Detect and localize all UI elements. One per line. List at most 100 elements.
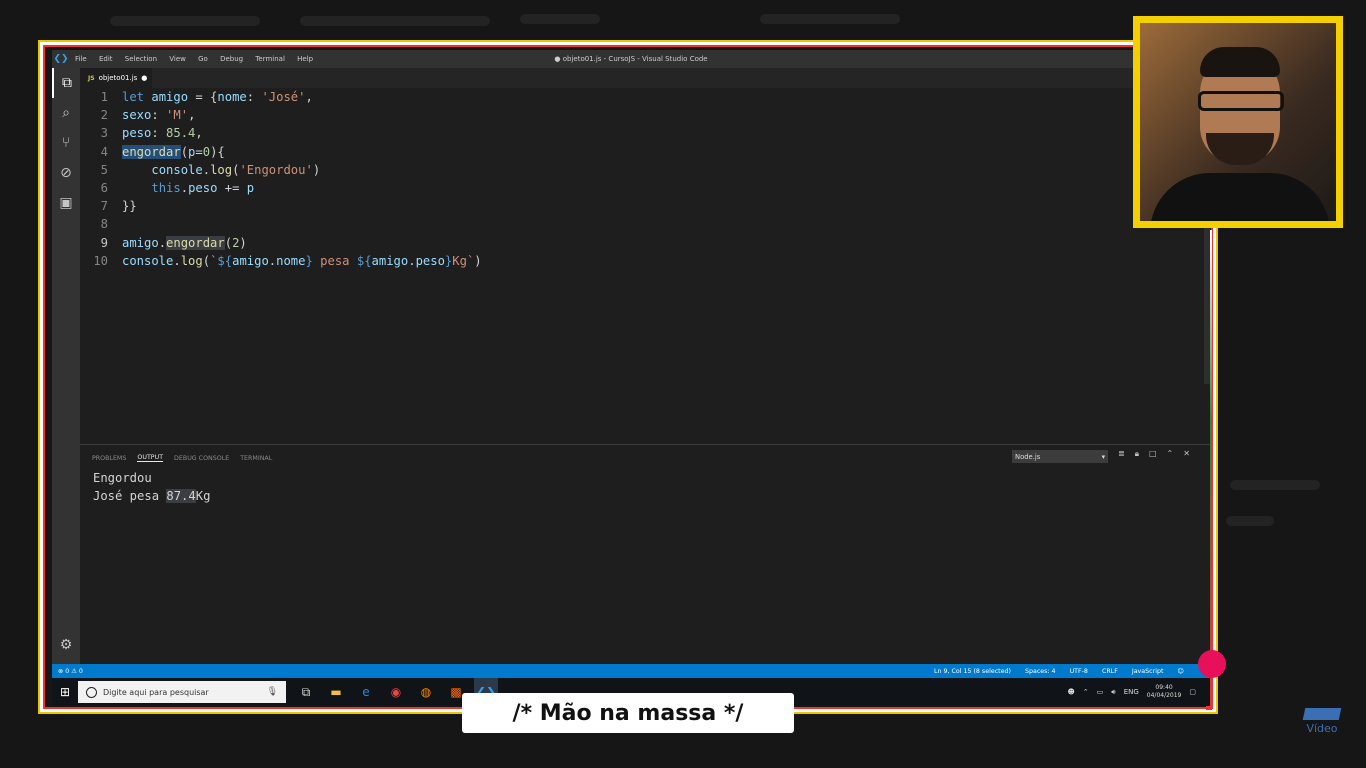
- network-icon[interactable]: ▭: [1097, 688, 1104, 696]
- debug-icon[interactable]: ⊘: [52, 158, 80, 188]
- token: nome: [217, 90, 247, 104]
- code-line: 8: [80, 215, 1204, 233]
- notifications-icon[interactable]: ▢: [1189, 688, 1196, 696]
- close-icon[interactable]: ✕: [1183, 449, 1190, 459]
- presenter-glasses: [1198, 91, 1284, 111]
- extensions-icon[interactable]: ▣: [52, 188, 80, 218]
- search-icon[interactable]: ⌕: [52, 98, 80, 128]
- menu-selection[interactable]: Selection: [125, 55, 157, 63]
- clear-output-icon[interactable]: ≣: [1118, 449, 1125, 459]
- windows-start-icon[interactable]: ⊞: [52, 678, 78, 706]
- presenter-beard: [1206, 133, 1274, 165]
- token: log: [210, 162, 233, 177]
- token: this: [151, 180, 181, 195]
- token: ){: [210, 144, 225, 159]
- token: ${: [356, 253, 372, 268]
- menu-view[interactable]: View: [169, 55, 186, 63]
- panel-tabs: PROBLEMS OUTPUT DEBUG CONSOLE TERMINAL: [92, 451, 272, 465]
- video-logo: Vídeo: [1302, 708, 1342, 735]
- output-line: Engordou: [93, 471, 152, 485]
- source-control-icon[interactable]: ⑂: [52, 128, 80, 158]
- chrome-icon[interactable]: ◉: [384, 678, 408, 706]
- tab-label: objeto01.js: [98, 74, 138, 82]
- maximize-icon[interactable]: □: [1149, 449, 1157, 459]
- menu-edit[interactable]: Edit: [99, 55, 113, 63]
- problems-count[interactable]: ⊗ 0 ⚠ 0: [52, 668, 83, 675]
- smiley-icon[interactable]: ☺: [1177, 668, 1184, 675]
- token: peso: [122, 126, 152, 141]
- menu-help[interactable]: Help: [297, 55, 313, 63]
- input-language[interactable]: ENG: [1124, 688, 1139, 696]
- task-view-icon[interactable]: ⧉: [294, 678, 318, 706]
- tab-terminal[interactable]: TERMINAL: [240, 455, 272, 462]
- token: .: [158, 235, 167, 250]
- microphone-icon[interactable]: 🎙︎: [267, 687, 278, 697]
- clock[interactable]: 09:40 04/04/2019: [1147, 684, 1182, 700]
- menu-go[interactable]: Go: [198, 55, 208, 63]
- editor-tabs: JS objeto01.js ●: [80, 68, 1210, 88]
- token: ,: [188, 108, 196, 123]
- token: 'M': [166, 108, 189, 123]
- token: .: [202, 162, 211, 177]
- cortana-icon: [86, 686, 97, 698]
- line-number: 2: [100, 108, 108, 123]
- token: +=: [217, 180, 247, 195]
- output-text: Engordou José pesa 87.4Kg: [93, 469, 210, 505]
- code-editor[interactable]: 1 let amigo = {nome: 'José', 2 sexo: 'M', …: [80, 88, 1204, 444]
- token: .: [180, 180, 189, 195]
- people-icon[interactable]: ☻: [1067, 688, 1074, 696]
- file-explorer-icon[interactable]: ▬: [324, 678, 348, 706]
- output-channel-select[interactable]: Node.js ▾: [1012, 450, 1108, 463]
- taskbar-search[interactable]: Digite aqui para pesquisar 🎙︎: [78, 681, 286, 703]
- record-indicator: [1198, 650, 1226, 678]
- token: Kg`: [452, 253, 475, 268]
- line-ending[interactable]: CRLF: [1102, 668, 1118, 675]
- line-number: 5: [100, 162, 108, 177]
- code-line: 4 engordar(p=0){: [80, 143, 1204, 161]
- tab-objeto01[interactable]: JS objeto01.js ●: [80, 68, 152, 88]
- code-line: 6 this.peso += p: [80, 179, 1204, 197]
- tab-debug-console[interactable]: DEBUG CONSOLE: [174, 455, 229, 462]
- language-mode[interactable]: JavaScript: [1132, 668, 1164, 675]
- menu-terminal[interactable]: Terminal: [255, 55, 285, 63]
- files-icon[interactable]: ⧉: [52, 68, 80, 98]
- title-bar: ❮❯ File Edit Selection View Go Debug Ter…: [52, 50, 1210, 68]
- gear-icon[interactable]: ⚙: [52, 630, 80, 660]
- token: log: [180, 253, 203, 268]
- bg-stripe: [300, 16, 490, 26]
- indentation[interactable]: Spaces: 4: [1025, 668, 1056, 675]
- token: ): [239, 235, 247, 250]
- token: amigo.nome: [232, 253, 306, 268]
- tab-output[interactable]: OUTPUT: [137, 454, 164, 462]
- code-line: 9 amigo.engordar(2): [80, 234, 1204, 252]
- menu-debug[interactable]: Debug: [220, 55, 243, 63]
- system-tray: ☻ ⌃ ▭ 🔊︎ ENG 09:40 04/04/2019 ▢: [1067, 684, 1196, 700]
- tab-problems[interactable]: PROBLEMS: [92, 455, 126, 462]
- token: 0: [202, 144, 211, 159]
- bg-stripe: [760, 14, 900, 24]
- encoding[interactable]: UTF-8: [1070, 668, 1088, 675]
- clock-date: 04/04/2019: [1146, 692, 1182, 699]
- chevron-up-icon[interactable]: ⌃: [1083, 688, 1089, 696]
- output-text-part: Kg: [195, 489, 211, 504]
- cursor-position[interactable]: Ln 9, Col 15 (8 selected): [934, 668, 1011, 675]
- bg-stripe: [1230, 480, 1320, 490]
- token: ): [312, 162, 321, 177]
- token: let: [122, 90, 145, 104]
- clock-time: 09:40: [1155, 684, 1173, 691]
- menu-file[interactable]: File: [75, 55, 87, 63]
- bg-stripe: [1226, 516, 1274, 526]
- line-number: 9: [100, 235, 108, 250]
- token: :: [246, 90, 262, 104]
- code-line: 10 console.log(`${amigo.nome} pesa ${amig…: [80, 252, 1204, 270]
- firefox-icon[interactable]: ◍: [414, 678, 438, 706]
- token: engordar: [166, 235, 225, 250]
- volume-icon[interactable]: 🔊︎: [1111, 688, 1115, 697]
- bg-stripe: [110, 16, 260, 26]
- dirty-indicator[interactable]: ●: [141, 74, 147, 82]
- edge-icon[interactable]: e: [354, 678, 378, 706]
- chevron-up-icon[interactable]: ⌃: [1167, 449, 1174, 459]
- lock-icon[interactable]: 🔒︎: [1135, 449, 1139, 459]
- vscode-window: ❮❯ File Edit Selection View Go Debug Ter…: [52, 50, 1210, 678]
- token: (: [202, 253, 211, 268]
